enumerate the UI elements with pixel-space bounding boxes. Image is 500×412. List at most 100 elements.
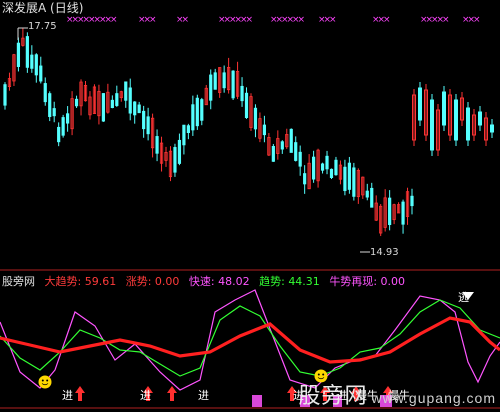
candle-body	[43, 83, 47, 103]
candle-body	[312, 156, 316, 180]
watermark-main: 股旁网	[298, 383, 368, 408]
candle-body	[182, 124, 186, 146]
signal-cross: ×	[149, 15, 157, 25]
candle-body	[418, 87, 422, 121]
candle-body	[410, 195, 414, 207]
candle-body	[454, 99, 458, 141]
candle-body	[325, 155, 329, 170]
candle-body	[16, 42, 21, 67]
signal-enter-3: 进	[198, 389, 209, 402]
candle-body	[101, 93, 105, 122]
candle-body	[303, 173, 307, 185]
smiley-eye	[41, 379, 44, 382]
signal-cross: ×	[246, 15, 254, 25]
fast-line	[0, 289, 500, 391]
legend-big-trend: 大趋势: 59.61	[44, 275, 117, 288]
candle-body	[124, 81, 128, 101]
legend-fast: 快速: 48.02	[188, 275, 250, 288]
candle-body	[25, 36, 29, 68]
candle-body	[133, 101, 137, 116]
legend-bull-again-label: 牛势再现	[329, 275, 374, 288]
candle-body	[271, 146, 275, 162]
signal-cross: ×	[329, 15, 337, 25]
candle-body	[466, 107, 470, 141]
candle-body	[240, 85, 244, 102]
big-trend-line	[0, 316, 500, 364]
candle-body	[231, 70, 235, 99]
candle-body	[244, 92, 249, 119]
chart-title: 深发展A (日线)	[2, 1, 84, 15]
chart-canvas[interactable]: ××××××××× ××× ×× ×××××× ×××××× ××× ××× ××××× ×××	[0, 0, 500, 412]
candle-body	[155, 136, 159, 154]
smiley-eye	[46, 379, 49, 382]
candle-body	[442, 91, 446, 126]
candle-body	[146, 116, 150, 135]
candle-body	[74, 98, 79, 107]
candle-body	[294, 142, 298, 161]
candle-body	[137, 104, 141, 114]
smiley-icon	[314, 369, 328, 383]
candle-body	[430, 99, 434, 151]
buy-arrow-icon	[75, 386, 85, 401]
candle-body	[142, 110, 146, 130]
signal-cross: ×	[442, 15, 450, 25]
candle-body	[401, 201, 405, 225]
legend-rise-label: 涨势	[125, 275, 148, 288]
candle-body	[320, 163, 325, 171]
legend-trend-value: 44.31	[288, 275, 320, 288]
candle-body	[329, 168, 334, 178]
candle-body	[213, 72, 217, 90]
candle-body	[490, 124, 494, 133]
candle-body	[177, 139, 182, 164]
candle-body	[222, 72, 226, 89]
legend-fast-label: 快速	[188, 275, 211, 288]
stock-chart-screen: × × × × × × × × × × × × × × × × × × × × × × × × × × × × × × × × × × × × × × × ×…	[0, 0, 500, 412]
candle-body	[209, 74, 213, 101]
legend-rise-value: 0.00	[154, 275, 180, 288]
candle-body	[280, 141, 284, 150]
candle-body	[289, 128, 293, 153]
indicator-name: 股旁网	[2, 275, 35, 288]
signal-cross: ×	[473, 15, 481, 25]
legend-trend: 趋势: 44.31	[259, 275, 320, 288]
watermark-url: www.gupang.com	[371, 390, 496, 406]
candle-body	[298, 151, 302, 167]
candle-body	[478, 111, 482, 126]
signal-enter-1: 进	[62, 389, 73, 402]
candle-body	[66, 113, 70, 124]
low-price-label: 14.93	[370, 247, 399, 258]
watermark: 股旁网 www.gupang.com	[298, 384, 496, 410]
signal-cross: ×	[298, 15, 306, 25]
signal-cross: ×	[383, 15, 391, 25]
legend-fast-value: 48.02	[218, 275, 250, 288]
candle-body	[30, 54, 34, 69]
smiley-eye	[322, 373, 325, 376]
smiley-icon	[38, 375, 52, 389]
candle-body	[52, 108, 56, 117]
candle-body	[61, 117, 65, 136]
candle-body	[195, 97, 199, 127]
candle-body	[200, 99, 204, 121]
candle-body	[34, 54, 38, 76]
buy-arrow-icon	[167, 386, 177, 401]
bull-bar	[252, 395, 262, 407]
candle-body	[370, 187, 374, 208]
high-price-label: 17.75	[28, 21, 57, 32]
candle-body	[352, 167, 356, 197]
candle-body	[343, 166, 347, 192]
candle-body	[115, 93, 119, 106]
candle-body	[186, 125, 190, 134]
signal-enter-2: 进	[140, 389, 151, 402]
signal-cross: ×	[110, 15, 118, 25]
legend-big-trend-value: 59.61	[84, 275, 117, 288]
candle-body	[365, 190, 369, 198]
candle-body	[128, 87, 132, 114]
candle-body	[48, 93, 52, 117]
candle-body	[57, 126, 61, 143]
candle-body	[39, 65, 43, 82]
candle-body	[262, 124, 267, 136]
signal-escape: 逃	[458, 291, 469, 304]
candle-body	[173, 147, 177, 173]
legend-bull-again: 牛势再现: 0.00	[329, 275, 406, 288]
candle-body	[388, 197, 392, 226]
